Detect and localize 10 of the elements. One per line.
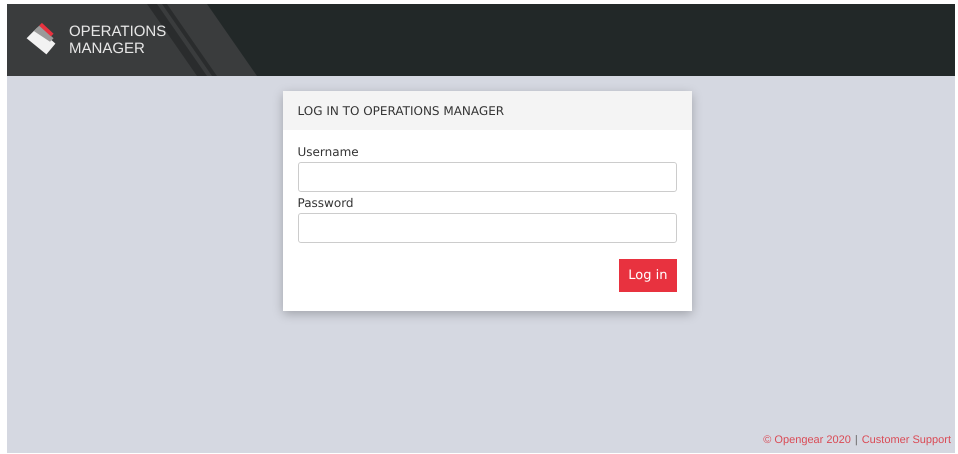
input-field[interactable]	[298, 162, 676, 192]
input-field[interactable]	[298, 213, 676, 243]
login-button[interactable]: Log in	[619, 259, 676, 292]
card-title: LOG IN TO OPERATIONS MANAGER	[298, 104, 504, 118]
logo-text: OPERATIONS MANAGER	[69, 23, 166, 57]
field-label: Password	[298, 196, 355, 210]
field-label: Username	[298, 145, 360, 159]
separator: |	[854, 434, 858, 446]
copyright-text: © Opengear 2020	[763, 434, 851, 446]
support-link[interactable]: Customer Support	[862, 434, 951, 446]
